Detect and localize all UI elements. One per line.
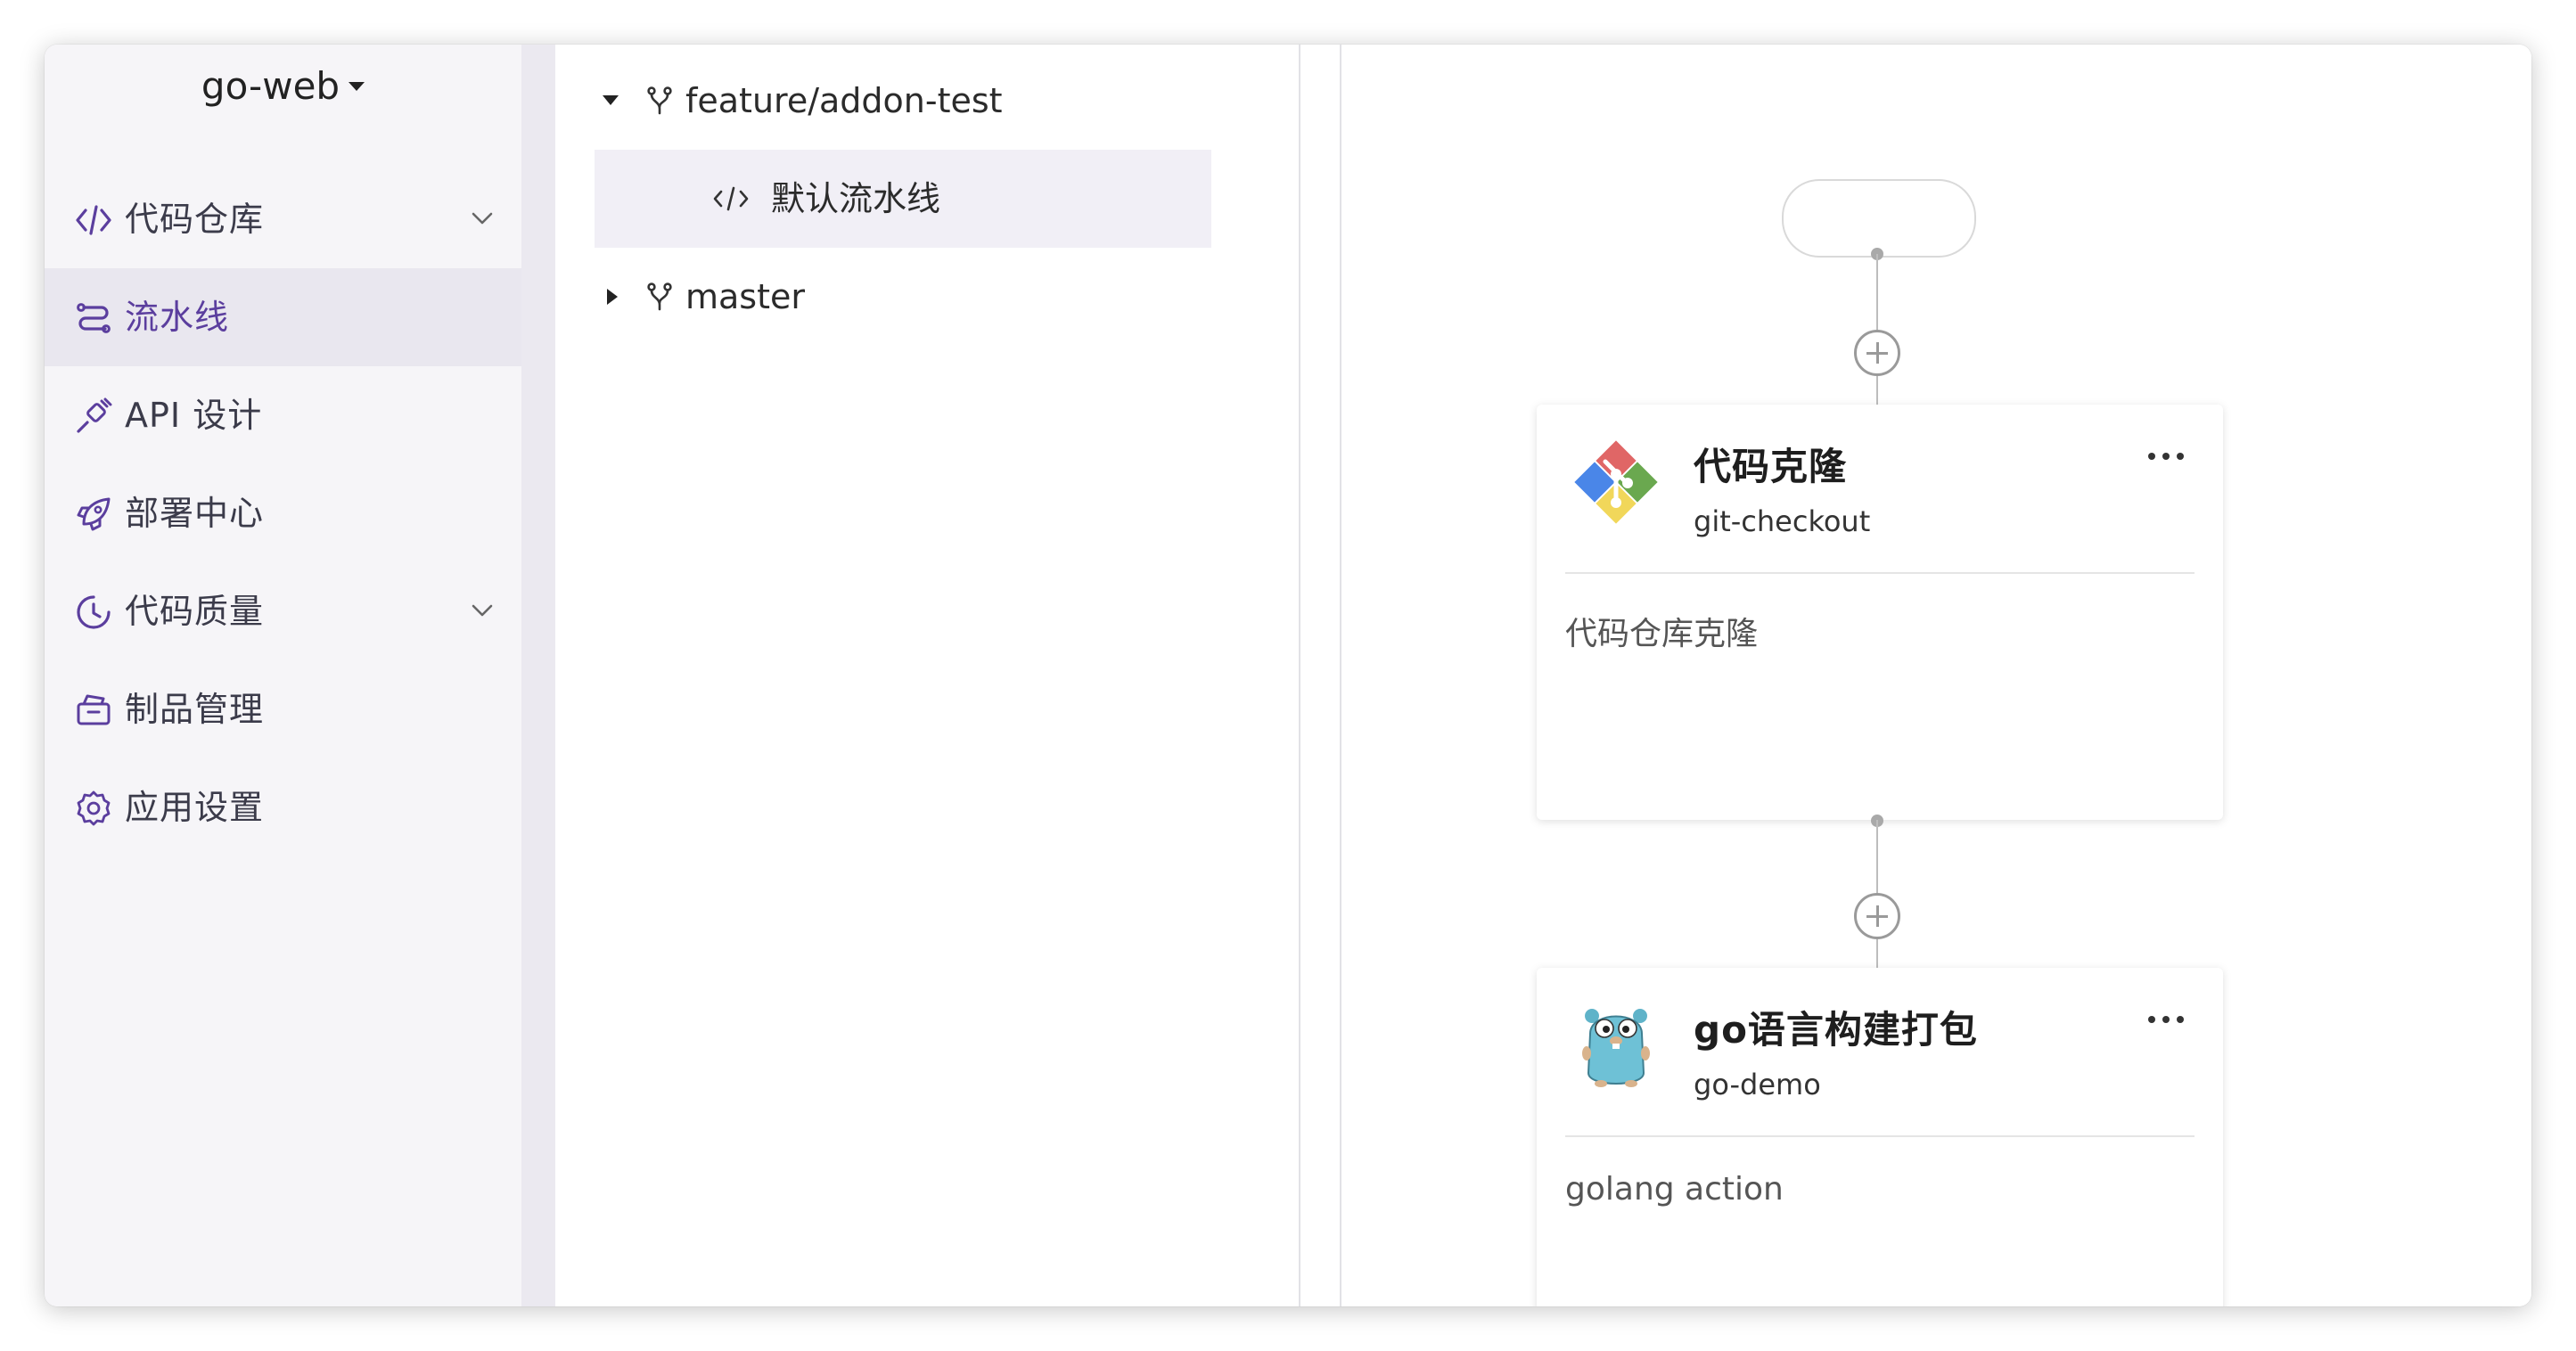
branch-icon bbox=[647, 282, 672, 311]
api-plug-icon bbox=[77, 397, 112, 433]
caret-right-icon[interactable] bbox=[602, 286, 623, 307]
sidebar: go-web 代码仓库 流水线 API 设计 部署中心 代码质量 制品管理 应用… bbox=[45, 45, 521, 1306]
chevron-down-icon bbox=[472, 212, 493, 225]
caret-down-icon[interactable] bbox=[600, 90, 621, 111]
node-subtitle: git-checkout bbox=[1694, 504, 1871, 538]
node-subtitle: go-demo bbox=[1694, 1068, 1821, 1101]
sidebar-item-app-settings[interactable]: 应用设置 bbox=[45, 758, 521, 856]
pipeline-node-card[interactable]: go语言构建打包 go-demo golang action bbox=[1537, 968, 2223, 1306]
app-name: go-web bbox=[201, 64, 340, 108]
sidebar-item-label: 流水线 bbox=[125, 298, 230, 337]
sidebar-item-label: 应用设置 bbox=[125, 788, 265, 827]
app-window: go-web 代码仓库 流水线 API 设计 部署中心 代码质量 制品管理 应用… bbox=[45, 45, 2531, 1306]
pipeline-name: 默认流水线 bbox=[771, 179, 941, 218]
sidebar-item-code-repo[interactable]: 代码仓库 bbox=[45, 170, 521, 268]
gopher-logo-icon bbox=[1582, 1009, 1650, 1087]
pipeline-start-node[interactable] bbox=[1782, 179, 1976, 258]
sidebar-item-label: 代码质量 bbox=[125, 592, 265, 631]
tree-branch-row[interactable]: feature/addon-test bbox=[591, 52, 1215, 150]
caret-down-icon bbox=[349, 81, 365, 91]
rocket-icon bbox=[77, 497, 111, 531]
sidebar-item-deploy-center[interactable]: 部署中心 bbox=[45, 464, 521, 562]
sidebar-item-code-quality[interactable]: 代码质量 bbox=[45, 562, 521, 660]
code-icon bbox=[76, 205, 111, 235]
sidebar-item-label: 代码仓库 bbox=[125, 200, 265, 239]
branch-name: feature/addon-test bbox=[685, 81, 1003, 120]
card-divider bbox=[1565, 1135, 2195, 1137]
branch-tree-panel: feature/addon-test 默认流水线 master bbox=[555, 45, 1300, 1306]
node-description: 代码仓库克隆 bbox=[1565, 616, 1759, 652]
sidebar-item-label: 部署中心 bbox=[125, 494, 265, 533]
pipeline-node-card[interactable]: 代码克隆 git-checkout 代码仓库克隆 bbox=[1537, 405, 2223, 820]
sidebar-item-api-design[interactable]: API 设计 bbox=[45, 366, 521, 464]
sidebar-item-artifacts[interactable]: 制品管理 bbox=[45, 660, 521, 758]
quality-gauge-icon bbox=[77, 595, 111, 629]
node-title: 代码克隆 bbox=[1694, 445, 1848, 488]
artifact-box-icon bbox=[77, 694, 111, 725]
branch-icon bbox=[647, 86, 672, 115]
sidebar-item-pipeline[interactable]: 流水线 bbox=[45, 268, 521, 366]
panel-divider[interactable] bbox=[1300, 45, 1341, 1306]
card-divider bbox=[1565, 572, 2195, 574]
git-logo-icon bbox=[1574, 440, 1658, 524]
more-options-icon[interactable] bbox=[2145, 1009, 2187, 1030]
tree-branch-row[interactable]: master bbox=[591, 248, 1215, 346]
app-switcher[interactable]: go-web bbox=[45, 64, 521, 108]
sidebar-scrollbar[interactable] bbox=[521, 45, 555, 1306]
gear-icon bbox=[77, 790, 111, 826]
add-step-button[interactable] bbox=[1854, 330, 1900, 376]
code-icon bbox=[713, 186, 749, 211]
node-description: golang action bbox=[1565, 1171, 1784, 1208]
pipeline-icon bbox=[77, 303, 111, 333]
chevron-down-icon bbox=[472, 604, 493, 617]
add-step-button[interactable] bbox=[1854, 893, 1900, 939]
branch-name: master bbox=[685, 277, 806, 316]
node-title: go语言构建打包 bbox=[1694, 1008, 1978, 1052]
pipeline-canvas: 代码克隆 git-checkout 代码仓库克隆 go语言构建打包 go-dem… bbox=[1341, 45, 2531, 1306]
sidebar-item-label: 制品管理 bbox=[125, 690, 265, 729]
more-options-icon[interactable] bbox=[2145, 446, 2187, 467]
sidebar-item-label: API 设计 bbox=[125, 396, 263, 435]
tree-pipeline-row[interactable]: 默认流水线 bbox=[595, 150, 1211, 248]
